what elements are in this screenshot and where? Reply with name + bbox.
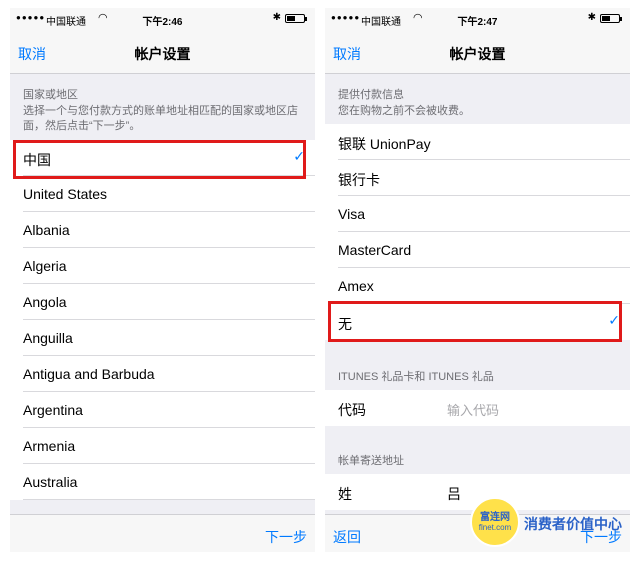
list-item-payment-method[interactable]: 银联 UnionPay: [325, 124, 630, 160]
watermark-logo: 富连网 flnet.com: [470, 497, 520, 547]
selection-highlight-box: [328, 301, 622, 342]
status-time: 下午2:47: [457, 17, 498, 28]
list-item-payment-method[interactable]: 银行卡: [325, 160, 630, 196]
surname-field[interactable]: 吕: [447, 484, 461, 504]
bluetooth-icon: ✱: [272, 12, 281, 23]
status-bar: ●●●●● 中国联通 ◠ 下午2:47 ✱: [325, 8, 630, 30]
left-phone-screen: ●●●●● 中国联通 ◠ 下午2:46 ✱ 取消 帐户设置 国家或地区 选择一个…: [10, 8, 315, 552]
section-header-billing: 帐单寄送地址: [338, 455, 404, 467]
section-header-country: 国家或地区: [23, 89, 78, 101]
payment-method-label: MasterCard: [338, 242, 412, 258]
navigation-bar: 取消 帐户设置: [10, 30, 315, 74]
section-description-country: 选择一个与您付款方式的账单地址相匹配的国家或地区店面，然后点击“下一步”。: [23, 105, 298, 132]
battery-icon: [285, 14, 307, 23]
code-label: 代码: [338, 402, 366, 418]
country-label: Angola: [23, 294, 67, 310]
list-item-country[interactable]: Antigua and Barbuda: [10, 356, 315, 392]
navigation-bar: 取消 帐户设置: [325, 30, 630, 74]
payment-method-label: Visa: [338, 206, 365, 222]
list-item-country[interactable]: Algeria: [10, 248, 315, 284]
battery-icon: [600, 14, 622, 23]
country-label: Anguilla: [23, 330, 73, 346]
back-button[interactable]: 返回: [333, 527, 361, 547]
watermark-logo-url: flnet.com: [478, 523, 512, 532]
watermark-logo-text: 富连网: [480, 512, 510, 523]
bottom-toolbar: 下一步: [10, 514, 315, 552]
payment-method-label: Amex: [338, 278, 374, 294]
payment-method-label: 银联 UnionPay: [338, 136, 431, 152]
list-item-payment-method[interactable]: Visa: [325, 196, 630, 232]
bluetooth-icon: ✱: [587, 12, 596, 23]
list-item-country[interactable]: Argentina: [10, 392, 315, 428]
country-label: Australia: [23, 474, 78, 490]
list-item-country[interactable]: Albania: [10, 212, 315, 248]
list-item-payment-method[interactable]: Amex: [325, 268, 630, 304]
country-label: Armenia: [23, 438, 76, 454]
list-item-country[interactable]: United States: [10, 176, 315, 212]
list-item-country[interactable]: Armenia: [10, 428, 315, 464]
row-separator: [23, 499, 315, 500]
right-phone-screen: ●●●●● 中国联通 ◠ 下午2:47 ✱ 取消 帐户设置 提供付款信息 您在购…: [325, 8, 630, 552]
section-description-payment: 您在购物之前不会被收费。: [338, 105, 470, 117]
payment-method-label: 银行卡: [338, 172, 380, 188]
list-item-country[interactable]: Anguilla: [10, 320, 315, 356]
next-button[interactable]: 下一步: [265, 527, 307, 547]
selection-highlight-box: [13, 140, 306, 179]
list-item-country[interactable]: Angola: [10, 284, 315, 320]
country-label: Albania: [23, 222, 70, 238]
watermark-slogan: 消费者价值中心: [524, 516, 622, 532]
country-label: United States: [23, 186, 108, 202]
page-title: 帐户设置: [134, 46, 191, 62]
status-bar: ●●●●● 中国联通 ◠ 下午2:46 ✱: [10, 8, 315, 30]
page-title: 帐户设置: [449, 46, 506, 62]
section-header-payment: 提供付款信息: [338, 89, 404, 101]
gift-code-row[interactable]: 代码 输入代码: [325, 390, 630, 426]
surname-label: 姓: [338, 486, 352, 502]
list-item-payment-method[interactable]: MasterCard: [325, 232, 630, 268]
section-header-itunes: ITUNES 礼品卡和 ITUNES 礼品: [338, 371, 494, 383]
code-input[interactable]: 输入代码: [447, 400, 499, 419]
country-label: Argentina: [23, 402, 83, 418]
country-label: Algeria: [23, 258, 67, 274]
list-item-country[interactable]: Australia: [10, 464, 315, 500]
country-label: Antigua and Barbuda: [23, 366, 155, 382]
status-time: 下午2:46: [142, 17, 183, 28]
